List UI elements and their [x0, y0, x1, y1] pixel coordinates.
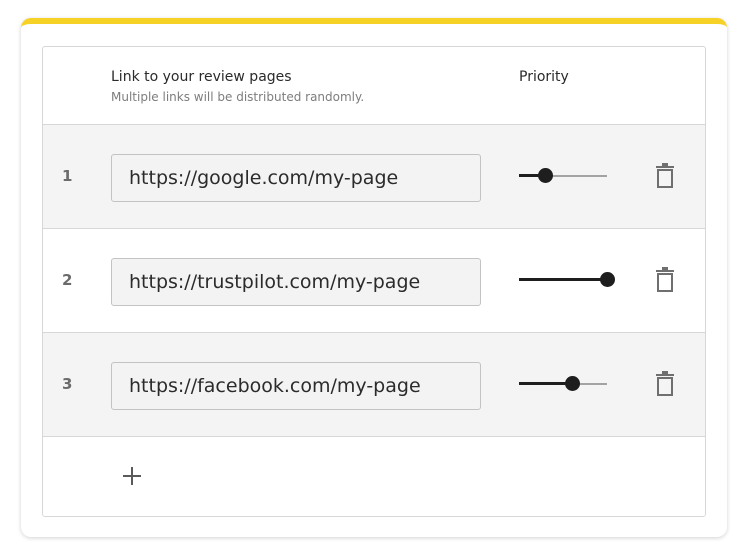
row-number: 1 — [62, 167, 73, 185]
table-row: 3 — [43, 333, 705, 437]
row-number: 3 — [62, 375, 73, 393]
priority-slider[interactable] — [519, 373, 607, 395]
review-links-table: Link to your review pages Multiple links… — [42, 46, 706, 517]
plus-icon[interactable] — [119, 463, 145, 489]
header-title: Link to your review pages — [111, 69, 292, 85]
table-row: 2 — [43, 229, 705, 333]
slider-thumb[interactable] — [538, 168, 553, 183]
priority-slider[interactable] — [519, 165, 607, 187]
review-link-input[interactable] — [111, 258, 481, 306]
slider-fill — [519, 278, 607, 281]
trash-icon[interactable] — [653, 163, 677, 189]
review-links-card: Link to your review pages Multiple links… — [21, 18, 727, 537]
header-subtitle: Multiple links will be distributed rando… — [111, 90, 365, 104]
trash-icon[interactable] — [653, 267, 677, 293]
table-header: Link to your review pages Multiple links… — [43, 47, 705, 125]
review-link-input[interactable] — [111, 362, 481, 410]
table-row: 1 — [43, 125, 705, 229]
slider-thumb[interactable] — [600, 272, 615, 287]
row-number: 2 — [62, 271, 73, 289]
header-priority: Priority — [519, 69, 569, 85]
review-link-input[interactable] — [111, 154, 481, 202]
add-link-area — [43, 437, 705, 516]
trash-icon[interactable] — [653, 371, 677, 397]
priority-slider[interactable] — [519, 269, 615, 291]
slider-thumb[interactable] — [565, 376, 580, 391]
